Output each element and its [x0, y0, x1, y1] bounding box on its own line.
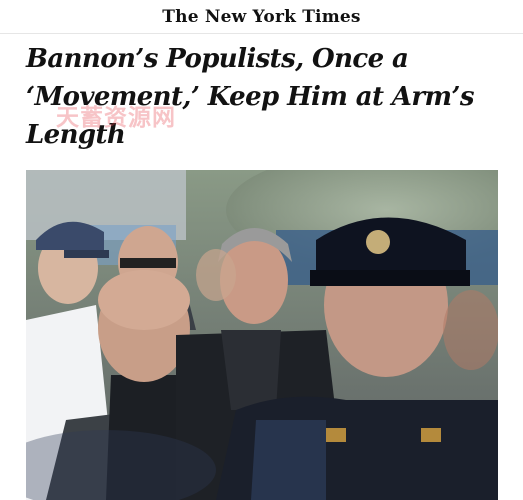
article-photo — [26, 170, 498, 500]
article-headline[interactable]: Bannon’s Populists, Once a ‘Movement,’ K… — [26, 40, 506, 154]
nyt-logo[interactable]: The New York Times — [162, 7, 360, 27]
masthead: The New York Times — [0, 0, 523, 34]
